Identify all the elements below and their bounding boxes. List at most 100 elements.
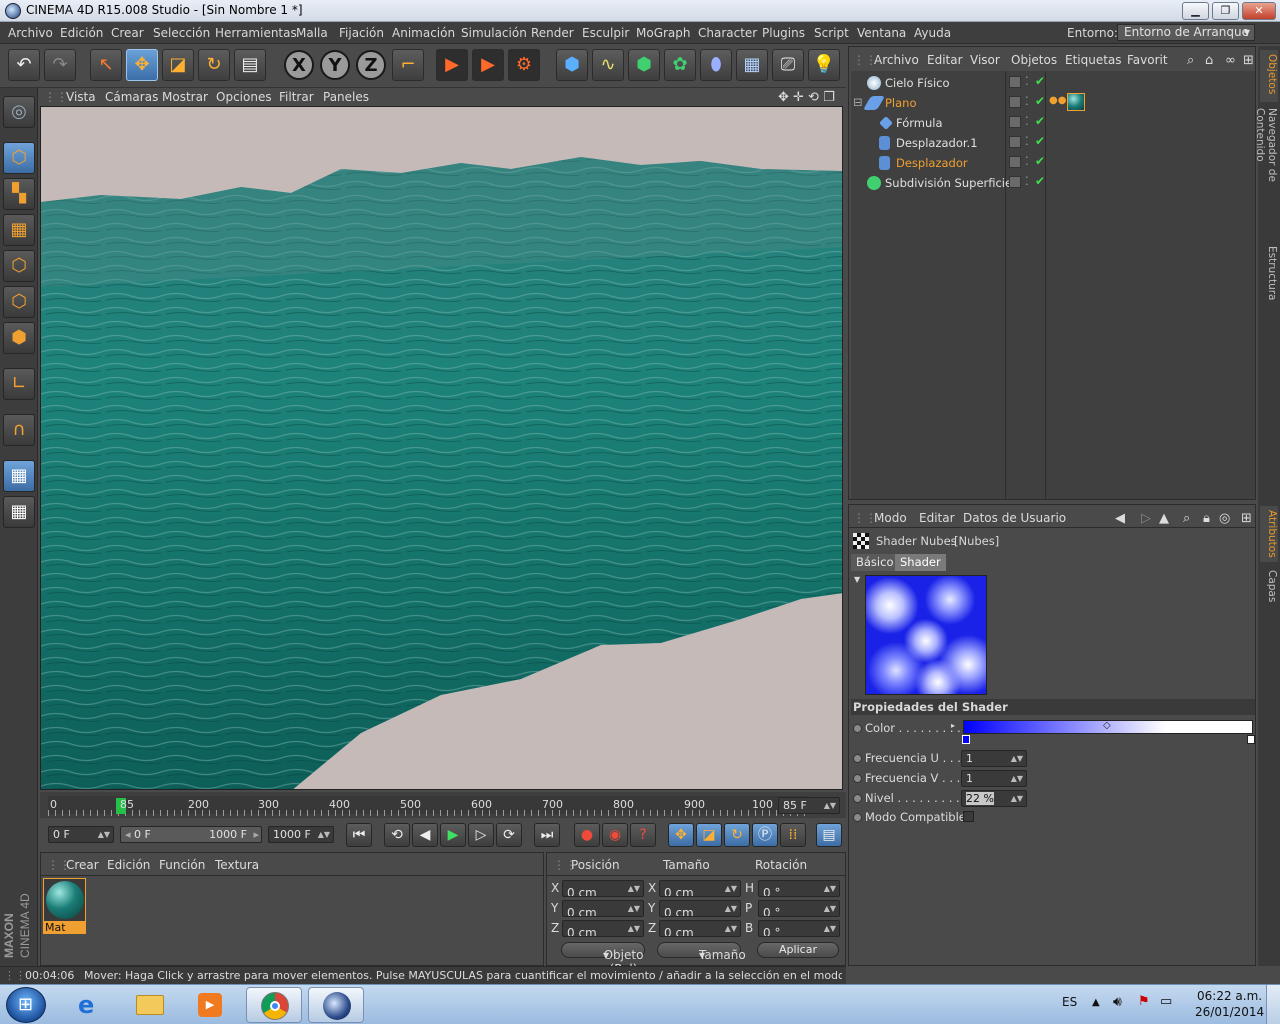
sidetab-navegador[interactable]: Navegador de Contenido (1254, 104, 1278, 234)
back-arrow-icon[interactable]: ◀ (1115, 511, 1125, 526)
object-row-desplazador[interactable]: Desplazador ⁚ ✔ (851, 153, 1255, 173)
workplane-lock-icon[interactable]: ▦ (3, 460, 35, 492)
render-settings-icon[interactable]: ⚙ (508, 49, 540, 81)
x-axis-lock-button[interactable]: X (284, 50, 314, 80)
undo-icon[interactable]: ↶ (8, 49, 40, 81)
previous-frame-icon[interactable]: ◀ (412, 823, 438, 847)
recent-tools-icon[interactable]: ▤ (234, 49, 266, 81)
object-row-desplazador-1[interactable]: Desplazador.1 ⁚ ✔ (851, 133, 1255, 153)
cinema4d-taskbar-icon[interactable] (308, 987, 364, 1023)
menu-esculpir[interactable]: Esculpir (582, 26, 629, 40)
previous-key-icon[interactable]: ⟲ (384, 823, 410, 847)
internet-explorer-icon[interactable]: e (62, 987, 118, 1023)
collapse-icon[interactable]: ⊟ (853, 95, 863, 109)
layer-dots-icon[interactable]: ⁚ (1025, 94, 1029, 108)
sidetab-capas[interactable]: Capas (1260, 566, 1278, 606)
start-button[interactable]: ⊞ (6, 987, 46, 1023)
gradient-midpoint-knot[interactable]: ◇ (1103, 720, 1111, 731)
workplane-icon[interactable]: ▦ (3, 214, 35, 246)
size-x-field[interactable]: 0 cm ▲▼ (659, 880, 741, 897)
menu-ventana[interactable]: Ventana (857, 26, 906, 40)
viewport-menu-camaras[interactable]: Cámaras (105, 90, 158, 104)
spline-icon[interactable]: ∿ (592, 49, 624, 81)
select-cursor-icon[interactable]: ↖ (90, 49, 122, 81)
key-parameter-icon[interactable]: Ⓟ (752, 823, 778, 847)
viewport-menu-vista[interactable]: Vista (66, 90, 96, 104)
animation-dot-icon[interactable] (853, 754, 862, 763)
menu-fijacion[interactable]: Fijación (339, 26, 384, 40)
layout-select[interactable]: Entorno de Arranque ▾ (1117, 24, 1255, 41)
visibility-toggle-icon[interactable] (1009, 116, 1021, 128)
close-button[interactable]: ✕ (1242, 2, 1276, 20)
search-icon[interactable]: ⌕ (1183, 511, 1190, 526)
attr-menu-editar[interactable]: Editar (919, 511, 955, 525)
current-frame-field[interactable]: 85 F ▲▼ (778, 797, 840, 814)
snap-magnet-icon[interactable]: ∩ (3, 414, 35, 446)
phong-tag-icon[interactable]: ●● (1049, 95, 1066, 106)
gradient-knot-right[interactable] (1247, 735, 1255, 744)
rotate-tool-icon[interactable]: ↻ (198, 49, 230, 81)
new-panel-icon[interactable]: ⊞ (1243, 53, 1254, 68)
menu-character[interactable]: Character (698, 26, 757, 40)
redo-icon[interactable]: ↷ (44, 49, 76, 81)
layer-dots-icon[interactable]: ⁚ (1025, 174, 1029, 188)
viewport-nav-icons[interactable]: ✥ ✛ ⟲ ❐ (778, 90, 835, 105)
obj-menu-objetos[interactable]: Objetos (1011, 53, 1057, 67)
points-mode-icon[interactable]: ⬡ (3, 250, 35, 282)
obj-menu-favoritos[interactable]: Favorit (1127, 53, 1168, 67)
enabled-check-icon[interactable]: ✔ (1035, 154, 1045, 168)
rot-p-field[interactable]: 0 ° ▲▼ (758, 900, 840, 917)
pos-y-field[interactable]: 0 cm ▲▼ (562, 900, 644, 917)
home-icon[interactable]: ⌂ (1205, 53, 1213, 68)
material-menu-textura[interactable]: Textura (215, 858, 259, 872)
render-picture-viewer-icon[interactable]: ▶ (472, 49, 504, 81)
menu-simulacion[interactable]: Simulación (461, 26, 527, 40)
key-position-icon[interactable]: ✥ (668, 823, 694, 847)
expand-arrow-icon[interactable]: ▸ (951, 721, 955, 730)
menu-plugins[interactable]: Plugins (762, 26, 805, 40)
polygons-mode-icon[interactable]: ⬢ (3, 322, 35, 354)
key-pla-icon[interactable]: ⁞⁞ (780, 823, 806, 847)
menu-herramientas[interactable]: Herramientas (215, 26, 297, 40)
visibility-toggle-icon[interactable] (1009, 136, 1021, 148)
next-frame-icon[interactable]: ▷ (468, 823, 494, 847)
viewport-menu-mostrar[interactable]: Mostrar (162, 90, 208, 104)
end-frame-field[interactable]: 1000 F ▲▼ (268, 826, 334, 843)
file-explorer-icon[interactable] (122, 987, 178, 1023)
move-tool-icon[interactable]: ✥ (126, 49, 158, 81)
pos-x-field[interactable]: 0 cm ▲▼ (562, 880, 644, 897)
model-mode-icon[interactable]: ⬡ (3, 142, 35, 174)
material-menu-edicion[interactable]: Edición (107, 858, 150, 872)
cube-primitive-icon[interactable]: ⬢ (556, 49, 588, 81)
light-icon[interactable]: 💡 (808, 49, 840, 81)
material-swatch[interactable]: Mat (43, 878, 86, 934)
size-z-field[interactable]: 0 cm ▲▼ (659, 920, 741, 937)
auto-key-icon[interactable]: ◉ (602, 823, 628, 847)
keyframe-selection-icon[interactable]: ? (630, 823, 656, 847)
y-axis-lock-button[interactable]: Y (320, 50, 350, 80)
enabled-check-icon[interactable]: ✔ (1035, 74, 1045, 88)
enabled-check-icon[interactable]: ✔ (1035, 134, 1045, 148)
menu-script[interactable]: Script (814, 26, 849, 40)
attr-menu-modo[interactable]: Modo (874, 511, 907, 525)
frame-range-slider[interactable]: ◂ 0 F 1000 F ▸ (120, 826, 262, 843)
material-menu-funcion[interactable]: Función (159, 858, 205, 872)
menu-mograph[interactable]: MoGraph (636, 26, 691, 40)
viewport-menu-paneles[interactable]: Paneles (323, 90, 369, 104)
new-panel-icon[interactable]: ⊞ (1241, 511, 1252, 526)
network-icon[interactable]: ▭ (1160, 994, 1172, 1009)
rot-h-field[interactable]: 0 ° ▲▼ (758, 880, 840, 897)
frecuencia-v-field[interactable]: 1 ▲▼ (961, 770, 1027, 787)
action-center-icon[interactable]: ⚑ (1138, 994, 1150, 1009)
up-arrow-icon[interactable]: ▲ (1159, 511, 1169, 526)
menu-render[interactable]: Render (531, 26, 574, 40)
show-hidden-icons-icon[interactable]: ▲ (1092, 997, 1100, 1008)
generator-icon[interactable]: ⬢ (628, 49, 660, 81)
sidetab-estructura[interactable]: Estructura (1260, 242, 1278, 302)
minimize-button[interactable]: ▁ (1182, 2, 1209, 20)
object-row-cielo-fisico[interactable]: Cielo Físico ⁚ ✔ (851, 73, 1255, 93)
object-row-subdivision[interactable]: Subdivisión Superficie ⁚ ✔ (851, 173, 1255, 193)
visibility-toggle-icon[interactable] (1009, 96, 1021, 108)
coord-mode-dropdown[interactable]: Objeto (Rel) ▾ (561, 942, 645, 976)
record-keys-icon[interactable]: ● (574, 823, 600, 847)
